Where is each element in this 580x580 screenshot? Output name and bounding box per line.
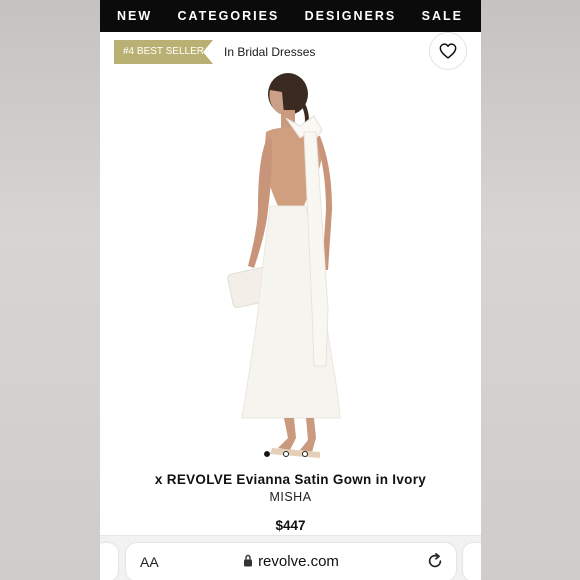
phone-screen: NEW CATEGORIES DESIGNERS SALE #4 BEST SE…: [100, 0, 481, 580]
heart-icon: [439, 43, 457, 59]
image-carousel-dots: [264, 451, 308, 457]
badge-row: #4 BEST SELLER In Bridal Dresses: [114, 32, 467, 70]
product-title: x REVOLVE Evianna Satin Gown in Ivory: [154, 472, 427, 487]
nav-item-categories[interactable]: CATEGORIES: [178, 9, 280, 23]
url-text: revolve.com: [258, 553, 339, 570]
browser-address-bar: AA revolve.com: [100, 535, 481, 580]
best-seller-badge: #4 BEST SELLER: [114, 40, 213, 64]
carousel-dot[interactable]: [283, 451, 289, 457]
next-tab[interactable]: [463, 543, 481, 580]
url-display: revolve.com: [126, 553, 456, 570]
category-link[interactable]: In Bridal Dresses: [224, 40, 315, 64]
top-navigation: NEW CATEGORIES DESIGNERS SALE: [100, 0, 481, 32]
wishlist-button[interactable]: [429, 32, 467, 70]
reload-icon[interactable]: [426, 552, 444, 570]
lock-icon: [244, 554, 253, 567]
url-field[interactable]: AA revolve.com: [126, 543, 456, 580]
nav-item-designers[interactable]: DESIGNERS: [305, 9, 397, 23]
background-left: [0, 0, 100, 580]
carousel-dot[interactable]: [302, 451, 308, 457]
designer-name[interactable]: MISHA: [100, 490, 481, 504]
product-image[interactable]: [100, 70, 481, 460]
previous-tab[interactable]: [100, 543, 118, 580]
product-price: $447: [275, 518, 306, 533]
nav-item-new[interactable]: NEW: [117, 9, 152, 23]
carousel-dot[interactable]: [264, 451, 270, 457]
background-right: [480, 0, 580, 580]
nav-item-sale[interactable]: SALE: [422, 9, 463, 23]
